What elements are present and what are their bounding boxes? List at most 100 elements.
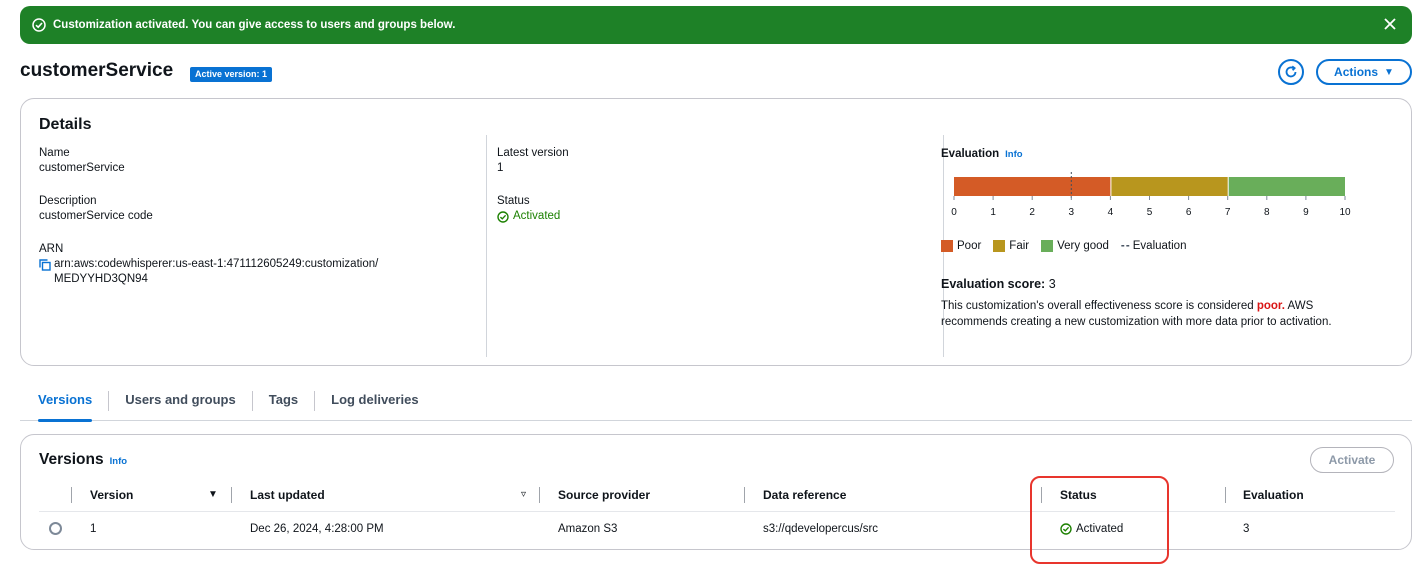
sort-icon[interactable]: ▿ [521,489,526,500]
latest-version-value: 1 [497,162,504,174]
bar-segment-very-good [1228,177,1345,196]
copy-icon[interactable] [39,259,51,271]
column-header-last-updated[interactable]: Last updated [250,488,325,502]
status-text: Activated [513,210,561,222]
evaluation-chart: 0 1 2 3 4 5 6 7 8 9 10 [951,172,1351,218]
bar-segment-fair [1111,177,1228,196]
page-title: customerService [20,60,174,81]
success-flashbar: Customization activated. You can give ac… [20,6,1412,44]
evaluation-description: This customization's overall effectivene… [941,298,1361,330]
cell-source-provider: Amazon S3 [558,523,618,535]
cell-data-reference: s3://qdevelopercus/src [763,523,879,535]
tab-log-deliveries[interactable]: Log deliveries [315,389,434,413]
x-axis-tick-label: 4 [1108,207,1114,218]
cell-status: Activated [1060,523,1123,535]
close-icon[interactable] [1382,16,1398,32]
latest-version-field: Latest version 1 [497,146,569,176]
legend-dash-marker: - - [1120,240,1130,252]
actions-button[interactable]: Actions ▼ [1316,59,1412,85]
evaluation-info-link[interactable]: Info [1005,149,1022,160]
column-separator [231,487,232,503]
x-axis-tick-label: 2 [1029,207,1035,218]
activate-button[interactable]: Activate [1310,447,1394,473]
status-value: Activated [497,209,560,224]
column-header-source-provider[interactable]: Source provider [558,488,650,502]
column-separator [744,487,745,503]
legend-label-poor: Poor [957,240,982,252]
x-axis-tick-label: 10 [1339,207,1351,218]
cell-last-updated: Dec 26, 2024, 4:28:00 PM [250,523,384,535]
evaluation-score: Evaluation score: 3 [941,277,1056,291]
status-field: Status Activated [497,194,560,228]
evaluation-desc-text: This customization's overall effectivene… [941,300,1257,312]
x-axis-tick-label: 7 [1225,207,1231,218]
legend-item-poor: Poor [941,240,981,252]
versions-info-link[interactable]: Info [110,456,127,467]
evaluation-legend: Poor Fair Very good - - Evaluation [941,240,1186,252]
check-circle-icon [497,210,509,223]
evaluation-heading: Evaluation Info [941,148,1023,160]
tab-versions[interactable]: Versions [20,389,108,422]
legend-label-very-good: Very good [1057,240,1109,252]
refresh-button[interactable] [1278,59,1304,85]
legend-label-fair: Fair [1009,240,1030,252]
evaluation-score-label: Evaluation score: [941,277,1046,291]
column-divider [486,135,487,357]
refresh-icon [1284,65,1298,79]
tab-tags[interactable]: Tags [253,389,314,413]
latest-version-label: Latest version [497,147,569,159]
flash-message: Customization activated. You can give ac… [53,19,456,31]
legend-item-very-good: Very good [1041,240,1109,252]
row-select-radio[interactable] [49,522,62,535]
cell-version: 1 [90,523,97,535]
sort-desc-icon[interactable]: ▼ [208,489,218,500]
versions-heading: Versions Info [39,451,127,469]
bar-segment-poor [954,177,1111,196]
cell-evaluation: 3 [1243,523,1250,535]
x-axis-tick-label: 6 [1186,207,1192,218]
name-field: Name customerService [39,146,125,176]
check-circle-icon [1060,523,1072,535]
column-header-evaluation[interactable]: Evaluation [1243,488,1304,502]
cell-status-text: Activated [1076,523,1124,535]
evaluation-title: Evaluation [941,148,1000,160]
actions-label: Actions [1334,65,1379,79]
arn-field: ARN arn:aws:codewhisperer:us-east-1:4711… [39,242,439,287]
tab-list: Versions Users and groups Tags Log deliv… [20,389,1412,422]
column-header-version[interactable]: Version [90,488,133,502]
legend-swatch-poor [941,240,953,252]
versions-table-container: Versions Info Activate Version ▼ Last upd… [20,434,1412,550]
status-label: Status [497,195,530,207]
column-header-data-reference[interactable]: Data reference [763,488,846,502]
column-separator [1225,487,1226,503]
details-container: Details Name customerService Description… [20,98,1412,366]
column-header-status[interactable]: Status [1060,488,1097,502]
description-value: customerService code [39,210,153,222]
name-label: Name [39,147,70,159]
x-axis-tick-label: 9 [1303,207,1309,218]
check-circle-icon [32,18,46,32]
legend-swatch-fair [993,240,1006,252]
evaluation-rating: poor. [1256,300,1285,312]
tab-users-and-groups[interactable]: Users and groups [109,389,252,413]
details-heading: Details [39,116,92,133]
active-version-badge: Active version: 1 [190,67,273,82]
header-divider [39,511,1395,512]
description-field: Description customerService code [39,194,153,224]
arn-label: ARN [39,243,64,255]
x-axis-tick-label: 0 [951,207,957,218]
arn-value: arn:aws:codewhisperer:us-east-1:47111260… [54,258,379,285]
evaluation-score-value: 3 [1048,277,1056,291]
name-value: customerService [39,162,125,174]
x-axis-tick-label: 3 [1069,207,1075,218]
legend-swatch-very-good [1041,240,1054,252]
x-axis-tick-label: 1 [990,207,996,218]
column-separator [539,487,540,503]
x-axis-tick-label: 5 [1147,207,1153,218]
versions-title: Versions [39,451,104,468]
column-separator [1041,487,1042,503]
legend-label-evaluation: Evaluation [1132,240,1187,252]
legend-item-evaluation: - - Evaluation [1121,240,1187,252]
legend-item-fair: Fair [993,240,1029,252]
column-separator [71,487,72,503]
